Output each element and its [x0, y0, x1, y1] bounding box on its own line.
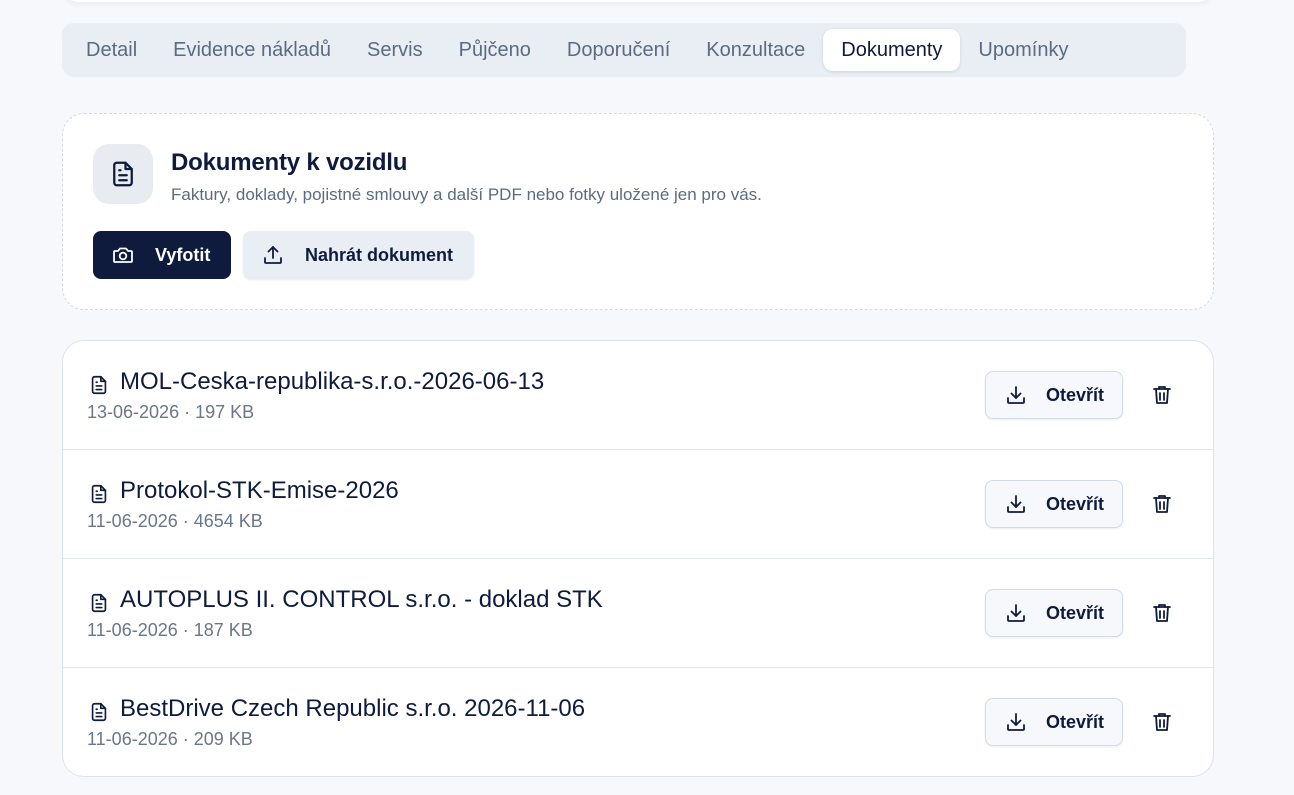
tab-servis[interactable]: Servis — [349, 29, 441, 71]
document-row: BestDrive Czech Republic s.r.o. 2026-11-… — [63, 668, 1213, 776]
top-card-edge — [62, 0, 1214, 2]
open-document-button[interactable]: Otevřít — [985, 698, 1123, 746]
tab-pujceno[interactable]: Půjčeno — [441, 29, 549, 71]
trash-icon[interactable] — [1147, 380, 1177, 410]
document-row: MOL-Ceska-republika-s.r.o.-2026-06-13 13… — [63, 341, 1213, 450]
take-photo-button[interactable]: Vyfotit — [93, 231, 231, 279]
tab-detail[interactable]: Detail — [68, 29, 155, 71]
tab-evidence-nakladu[interactable]: Evidence nákladů — [155, 29, 349, 71]
open-label: Otevřít — [1046, 493, 1105, 514]
document-meta: 11-06-2026 · 4654 KB — [87, 511, 263, 531]
tab-bar: Detail Evidence nákladů Servis Půjčeno D… — [62, 23, 1186, 77]
file-icon — [88, 700, 110, 724]
tab-upominky[interactable]: Upomínky — [960, 29, 1086, 71]
tab-konzultace[interactable]: Konzultace — [688, 29, 823, 71]
tab-dokumenty[interactable]: Dokumenty — [823, 29, 961, 71]
camera-icon — [111, 243, 135, 267]
trash-icon[interactable] — [1147, 489, 1177, 519]
download-icon — [1004, 492, 1028, 516]
take-photo-label: Vyfotit — [155, 244, 211, 265]
upload-icon — [261, 243, 285, 267]
document-name: BestDrive Czech Republic s.r.o. 2026-11-… — [120, 695, 586, 722]
document-row: Protokol-STK-Emise-2026 11-06-2026 · 465… — [63, 450, 1213, 559]
document-name: AUTOPLUS II. CONTROL s.r.o. - doklad STK — [120, 586, 603, 613]
document-name: Protokol-STK-Emise-2026 — [120, 477, 399, 504]
open-label: Otevřít — [1046, 711, 1105, 732]
open-label: Otevřít — [1046, 384, 1105, 405]
open-document-button[interactable]: Otevřít — [985, 480, 1123, 528]
card-title: Dokumenty k vozidlu — [171, 149, 408, 176]
document-icon — [93, 144, 153, 204]
document-row: AUTOPLUS II. CONTROL s.r.o. - doklad STK… — [63, 559, 1213, 668]
open-document-button[interactable]: Otevřít — [985, 589, 1123, 637]
download-icon — [1004, 383, 1028, 407]
document-meta: 11-06-2026 · 187 KB — [87, 620, 253, 640]
download-icon — [1004, 710, 1028, 734]
upload-document-button[interactable]: Nahrát dokument — [243, 231, 474, 279]
card-subtitle: Faktury, doklady, pojistné smlouvy a dal… — [171, 185, 762, 204]
file-icon — [88, 373, 110, 397]
trash-icon[interactable] — [1147, 598, 1177, 628]
open-label: Otevřít — [1046, 602, 1105, 623]
trash-icon[interactable] — [1147, 707, 1177, 737]
open-document-button[interactable]: Otevřít — [985, 371, 1123, 419]
upload-document-label: Nahrát dokument — [305, 244, 454, 265]
document-meta: 11-06-2026 · 209 KB — [87, 729, 253, 749]
upload-card: Dokumenty k vozidlu Faktury, doklady, po… — [62, 113, 1214, 310]
download-icon — [1004, 601, 1028, 625]
document-meta: 13-06-2026 · 197 KB — [87, 402, 255, 422]
document-list: MOL-Ceska-republika-s.r.o.-2026-06-13 13… — [62, 340, 1214, 777]
file-icon — [88, 482, 110, 506]
tab-doporuceni[interactable]: Doporučení — [549, 29, 688, 71]
file-icon — [88, 591, 110, 615]
document-name: MOL-Ceska-republika-s.r.o.-2026-06-13 — [120, 368, 545, 395]
